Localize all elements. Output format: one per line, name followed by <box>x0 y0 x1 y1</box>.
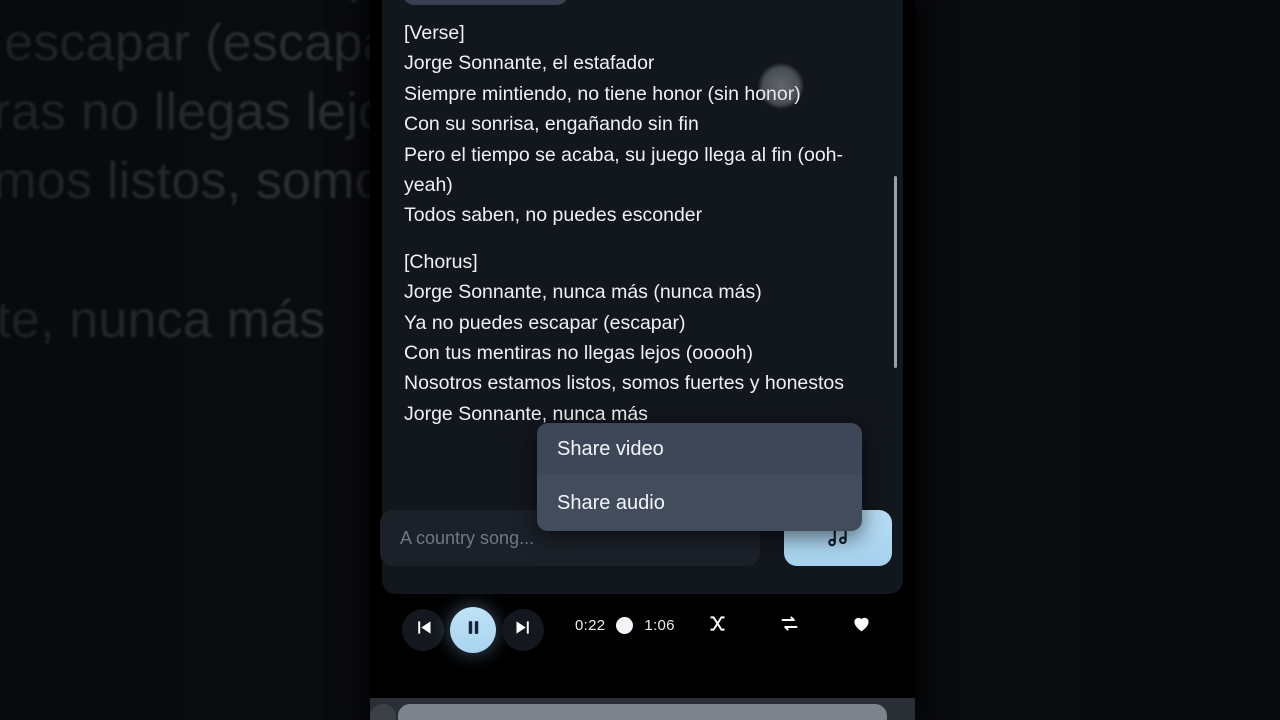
play-pause-button[interactable] <box>450 607 496 653</box>
current-time: 0:22 <box>575 617 606 634</box>
previous-track-button[interactable] <box>402 609 444 651</box>
bottom-sheet-handle[interactable] <box>398 704 887 720</box>
skip-back-icon <box>413 617 434 643</box>
phone-screen: rock rebellious energetic [Verse] Jorge S… <box>370 0 915 720</box>
repeat-button[interactable] <box>777 614 801 638</box>
lyrics-scrollbar[interactable] <box>894 176 897 368</box>
style-tag-chip[interactable]: rock rebellious energetic <box>402 0 569 5</box>
shuffle-icon <box>707 613 728 639</box>
lyrics-line: Jorge Sonnante, nunca más (nunca más) <box>404 281 762 304</box>
lyrics-line: Con su sonrisa, engañando sin fin <box>404 113 699 136</box>
lyrics-spacer <box>404 231 873 247</box>
player-controls: 0:22 1:06 <box>370 595 915 675</box>
pause-icon <box>464 618 483 642</box>
lyrics-line: Jorge Sonnante, el estafador <box>404 52 655 75</box>
total-time: 1:06 <box>644 617 675 634</box>
skip-forward-icon <box>513 617 534 643</box>
heart-icon <box>851 613 872 639</box>
phone-inner: rock rebellious energetic [Verse] Jorge S… <box>370 0 915 720</box>
lyrics-section-header: [Chorus] <box>404 250 478 273</box>
menu-item-share-video[interactable]: Share video <box>537 423 862 475</box>
lyrics-line: Con tus mentiras no llegas lejos (ooooh) <box>404 342 754 365</box>
repeat-icon <box>779 613 800 639</box>
lyrics-line: Ya no puedes escapar (escapar) <box>404 311 686 334</box>
bottom-strip <box>370 698 915 720</box>
lyrics-line: Pero el tiempo se acaba, su juego llega … <box>404 143 844 197</box>
next-track-button[interactable] <box>502 609 544 651</box>
progress-handle[interactable] <box>616 617 634 634</box>
playback-time: 0:22 1:06 <box>575 617 675 634</box>
transport-controls <box>402 607 544 653</box>
shuffle-button[interactable] <box>705 614 729 638</box>
lyrics-line: Siempre mintiendo, no tiene honor (sin h… <box>404 82 801 105</box>
menu-item-share-audio[interactable]: Share audio <box>537 475 862 531</box>
lyrics-line: Todos saben, no puedes esconder <box>404 204 703 227</box>
like-button[interactable] <box>849 614 873 638</box>
player-action-icons <box>705 614 915 638</box>
prompt-placeholder: A country song... <box>400 527 535 548</box>
lyrics-section-header: [Verse] <box>404 22 465 44</box>
screen-root: Todos saben, no puedes esconder [Chorus] J… <box>0 0 1280 720</box>
bottom-strip-nub <box>370 704 396 720</box>
lyrics-text[interactable]: [Verse] Jorge Sonnante, el estafador Siemp… <box>404 18 873 429</box>
lyrics-line: Nosotros estamos listos, somos fuertes y… <box>404 372 845 395</box>
share-context-menu: Share video Share audio <box>537 423 862 531</box>
